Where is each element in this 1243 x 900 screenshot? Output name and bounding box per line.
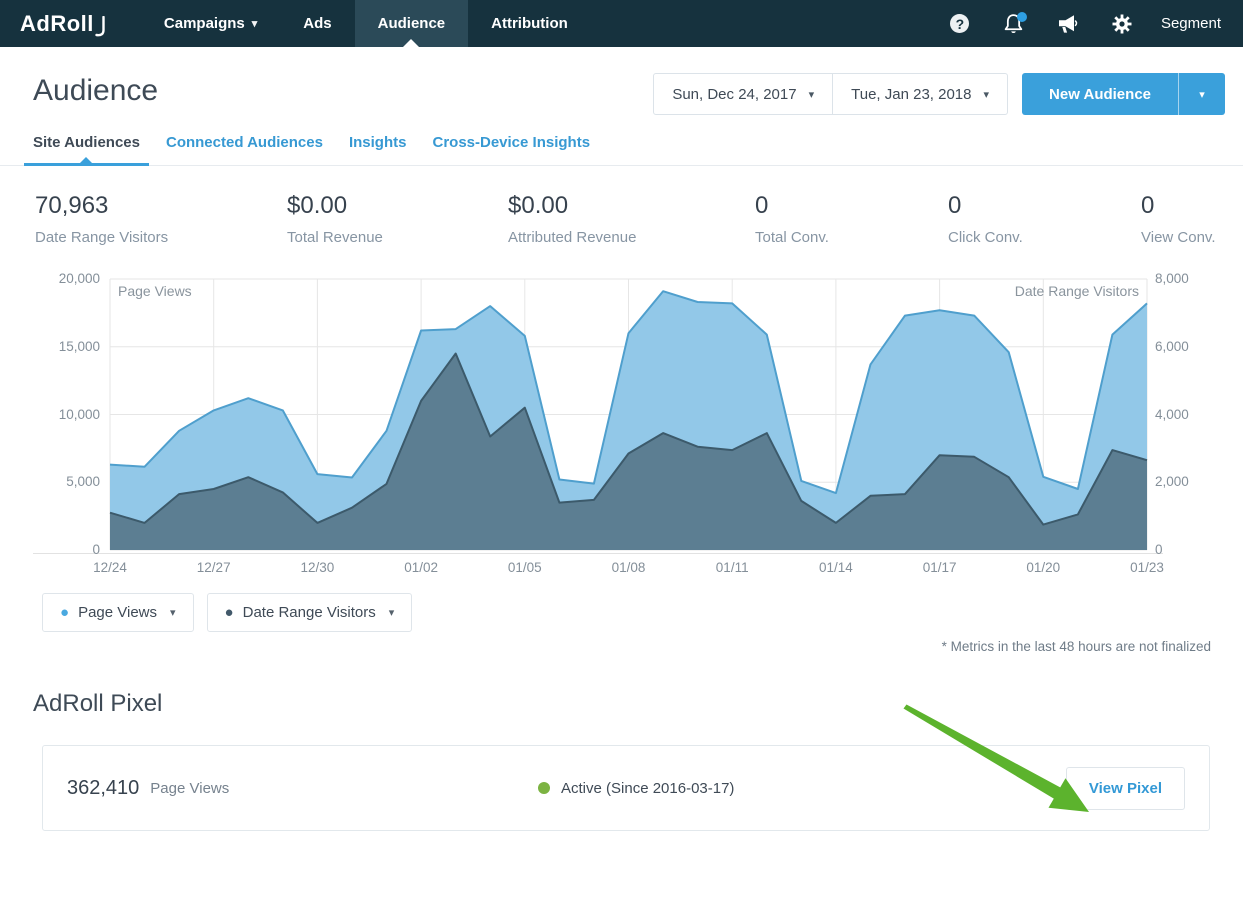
tab-connected-audiences[interactable]: Connected Audiences [166, 125, 323, 165]
pixel-page-views-value: 362,410 [67, 777, 139, 800]
stat-view-conv: 0 View Conv. [1141, 192, 1243, 246]
adroll-audience-page: { "colors": { "nav_bg": "#16323e", "nav_… [0, 0, 1243, 900]
traffic-area-chart: 20,00015,00010,0005,00008,0006,0004,0002… [33, 276, 1210, 576]
nav-item-attribution[interactable]: Attribution [468, 0, 591, 47]
header-controls: Sun, Dec 24, 2017 ▾ Tue, Jan 23, 2018 ▾ … [653, 73, 1225, 115]
stat-attributed-revenue: $0.00 Attributed Revenue [508, 192, 755, 246]
caret-down-icon: ▾ [170, 606, 176, 619]
nav-item-label: Campaigns [164, 15, 245, 32]
tab-insights[interactable]: Insights [349, 125, 407, 165]
help-icon[interactable]: ? [933, 0, 987, 47]
caret-down-icon: ▾ [984, 88, 990, 101]
stat-total-revenue: $0.00 Total Revenue [287, 192, 508, 246]
tab-label: Site Audiences [33, 134, 140, 151]
caret-down-icon: ▾ [389, 606, 395, 619]
pixel-status-text: Active (Since 2016-03-17) [561, 780, 734, 797]
chart-canvas [33, 276, 1210, 576]
stat-value: 70,963 [35, 192, 287, 220]
stat-value: $0.00 [508, 192, 755, 220]
nav-item-label: Audience [378, 15, 446, 32]
adroll-pixel-card: 362,410 Page Views Active (Since 2016-03… [42, 745, 1210, 831]
stat-total-conv: 0 Total Conv. [755, 192, 948, 246]
summary-stats-row: 70,963 Date Range Visitors $0.00 Total R… [0, 166, 1243, 246]
start-date-value: Sun, Dec 24, 2017 [672, 86, 796, 103]
new-audience-split-button: New Audience ▾ [1022, 73, 1225, 115]
tab-site-audiences[interactable]: Site Audiences [33, 125, 140, 165]
date-range-picker: Sun, Dec 24, 2017 ▾ Tue, Jan 23, 2018 ▾ [653, 73, 1008, 115]
new-audience-button[interactable]: New Audience [1022, 73, 1178, 115]
active-tab-underline [24, 163, 149, 166]
end-date-value: Tue, Jan 23, 2018 [851, 86, 971, 103]
stat-label: Click Conv. [948, 229, 1141, 246]
legend-page-views-button[interactable]: ● Page Views ▾ [42, 593, 194, 632]
settings-gear-icon[interactable] [1095, 0, 1149, 47]
adroll-logo-text: AdRoll [20, 11, 94, 37]
tab-label: Insights [349, 134, 407, 151]
view-pixel-button[interactable]: View Pixel [1066, 767, 1185, 810]
active-nav-notch [403, 39, 419, 47]
legend-label: Page Views [78, 604, 157, 621]
stat-label: Total Revenue [287, 229, 508, 246]
stat-label: Total Conv. [755, 229, 948, 246]
page-views-series-dot-icon: ● [60, 605, 69, 620]
stat-value: $0.00 [287, 192, 508, 220]
page-title: Audience [33, 73, 158, 109]
legend-label: Date Range Visitors [243, 604, 376, 621]
stat-label: View Conv. [1141, 229, 1243, 246]
caret-down-icon: ▾ [252, 17, 258, 30]
adroll-logo[interactable]: AdRoll [0, 0, 107, 47]
audience-tabs: Site Audiences Connected Audiences Insig… [0, 125, 1243, 166]
stat-click-conv: 0 Click Conv. [948, 192, 1141, 246]
top-nav: AdRoll Campaigns ▾ Ads Audience Attribut… [0, 0, 1243, 47]
stat-value: 0 [948, 192, 1141, 220]
tab-label: Cross-Device Insights [432, 134, 590, 151]
notification-badge [1017, 12, 1027, 22]
adroll-logo-curl-icon [95, 16, 107, 38]
adroll-pixel-heading: AdRoll Pixel [33, 690, 1210, 718]
stat-label: Attributed Revenue [508, 229, 755, 246]
page-header: Audience Sun, Dec 24, 2017 ▾ Tue, Jan 23… [0, 47, 1243, 115]
stat-label: Date Range Visitors [35, 229, 287, 246]
pixel-status: Active (Since 2016-03-17) [538, 780, 734, 797]
tab-cross-device-insights[interactable]: Cross-Device Insights [432, 125, 590, 165]
chart-legend: ● Page Views ▾ ● Date Range Visitors ▾ [42, 593, 1243, 632]
nav-item-campaigns[interactable]: Campaigns ▾ [141, 0, 280, 47]
notifications-bell-icon[interactable] [987, 0, 1041, 47]
caret-down-icon: ▾ [809, 88, 815, 101]
primary-nav: Campaigns ▾ Ads Audience Attribution [141, 0, 591, 47]
end-date-select[interactable]: Tue, Jan 23, 2018 ▾ [832, 74, 1007, 114]
visitors-series-dot-icon: ● [225, 605, 234, 620]
announcements-megaphone-icon[interactable] [1041, 0, 1095, 47]
nav-item-ads[interactable]: Ads [280, 0, 354, 47]
active-tab-notch [80, 157, 92, 163]
stat-value: 0 [755, 192, 948, 220]
pixel-page-views-label: Page Views [150, 780, 229, 797]
active-status-dot-icon [538, 782, 550, 794]
stat-date-range-visitors: 70,963 Date Range Visitors [35, 192, 287, 246]
new-audience-dropdown-caret[interactable]: ▾ [1178, 73, 1225, 115]
nav-item-label: Ads [303, 15, 331, 32]
nav-item-label: Attribution [491, 15, 568, 32]
stat-value: 0 [1141, 192, 1243, 220]
nav-item-audience[interactable]: Audience [355, 0, 469, 47]
segment-account-link[interactable]: Segment [1161, 15, 1221, 32]
nav-right-icons: ? [933, 0, 1243, 47]
start-date-select[interactable]: Sun, Dec 24, 2017 ▾ [654, 74, 832, 114]
metrics-disclaimer-note: * Metrics in the last 48 hours are not f… [0, 639, 1211, 654]
tab-label: Connected Audiences [166, 134, 323, 151]
legend-date-range-visitors-button[interactable]: ● Date Range Visitors ▾ [207, 593, 413, 632]
